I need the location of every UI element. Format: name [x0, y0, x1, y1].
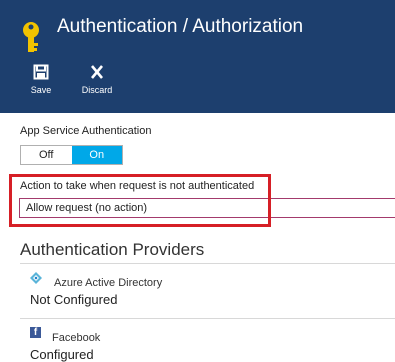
divider — [20, 263, 395, 264]
provider-status: Not Configured — [30, 292, 118, 307]
app-service-auth-toggle[interactable]: Off On — [20, 145, 123, 165]
discard-button[interactable]: Discard — [77, 64, 117, 95]
action-label: Action to take when request is not authe… — [20, 180, 255, 192]
save-label: Save — [30, 85, 52, 95]
provider-status: Configured — [30, 347, 94, 362]
action-dropdown[interactable]: Allow request (no action) — [19, 198, 395, 218]
close-icon — [91, 65, 103, 79]
provider-item-facebook[interactable]: f Facebook Configured — [20, 327, 395, 362]
blade-title: Authentication / Authorization — [57, 16, 304, 37]
facebook-icon: f — [30, 327, 41, 338]
toggle-on-option[interactable]: On — [71, 146, 122, 164]
provider-name: Azure Active Directory — [54, 277, 163, 289]
blade-header: Authentication / Authorization Save Disc… — [0, 0, 395, 113]
provider-name: Facebook — [52, 332, 101, 344]
provider-item-azure-ad[interactable]: Azure Active Directory Not Configured — [20, 272, 395, 317]
providers-section-title: Authentication Providers — [20, 240, 205, 259]
app-service-auth-label: App Service Authentication — [20, 125, 152, 137]
divider — [20, 318, 395, 319]
toggle-off-option[interactable]: Off — [21, 146, 72, 164]
key-icon — [23, 22, 39, 52]
azure-ad-icon — [30, 272, 42, 284]
save-icon — [33, 64, 49, 80]
discard-label: Discard — [81, 85, 113, 95]
save-button[interactable]: Save — [21, 64, 61, 95]
